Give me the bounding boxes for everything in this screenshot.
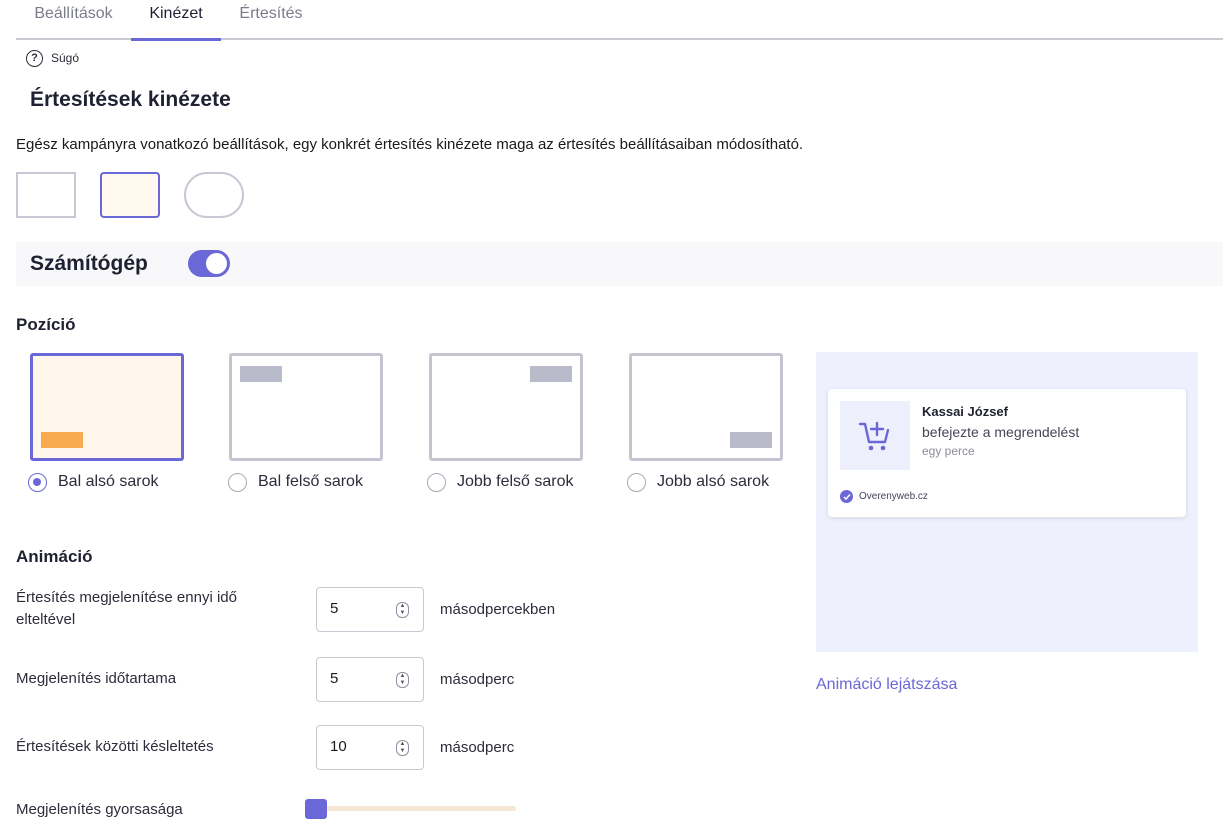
- radio-button[interactable]: [627, 472, 646, 492]
- radio-label: Jobb alsó sarok: [657, 473, 770, 490]
- radio-button[interactable]: [28, 472, 47, 492]
- interval-unit: másodperc: [440, 739, 515, 756]
- speed-label: Megjelenítés gyorsasága: [16, 801, 183, 818]
- radio-bottom-left[interactable]: Bal alsó sarok: [28, 472, 159, 492]
- position-marker: [530, 366, 572, 382]
- tab-appearance[interactable]: Kinézet: [131, 0, 221, 41]
- shape-pill-option[interactable]: [184, 172, 244, 218]
- position-title: Pozíció: [16, 315, 76, 334]
- verified-badge: Overenyweb.cz: [840, 490, 928, 503]
- duration-input[interactable]: 5 ▲ ▼: [316, 657, 424, 702]
- spinner-icon[interactable]: ▲ ▼: [396, 672, 409, 688]
- radio-button[interactable]: [228, 472, 247, 492]
- spinner-icon[interactable]: ▲ ▼: [396, 602, 409, 618]
- radio-label: Jobb felső sarok: [457, 473, 574, 490]
- desktop-toggle[interactable]: [188, 250, 230, 277]
- notification-name: Kassai József: [922, 404, 1008, 419]
- interval-input[interactable]: 10 ▲ ▼: [316, 725, 424, 770]
- notification-time: egy perce: [922, 444, 975, 458]
- speed-slider-track[interactable]: [316, 806, 516, 811]
- question-icon: ?: [26, 49, 43, 67]
- position-bottom-left-box[interactable]: [30, 353, 184, 461]
- section-description: Egész kampányra vonatkozó beállítások, e…: [16, 136, 804, 153]
- device-section-header: Számítógép: [16, 242, 1223, 286]
- position-marker: [730, 432, 772, 448]
- radio-top-right[interactable]: Jobb felső sarok: [427, 472, 574, 492]
- tab-settings[interactable]: Beállítások: [16, 0, 131, 40]
- shape-rounded-option[interactable]: [100, 172, 160, 218]
- spinner-icon[interactable]: ▲ ▼: [396, 740, 409, 756]
- radio-bottom-right[interactable]: Jobb alsó sarok: [627, 472, 769, 492]
- help-link[interactable]: ? Súgó: [26, 49, 79, 67]
- shape-square-option[interactable]: [16, 172, 76, 218]
- toggle-knob: [206, 253, 227, 274]
- delay-unit: másodpercekben: [440, 601, 556, 618]
- delay-input[interactable]: 5 ▲ ▼: [316, 587, 424, 632]
- animation-title: Animáció: [16, 547, 93, 566]
- help-label: Súgó: [51, 51, 80, 65]
- interval-value: 10: [330, 738, 347, 755]
- verified-source: Overenyweb.cz: [859, 491, 928, 502]
- play-animation-link[interactable]: Animáció lejátszása: [816, 676, 957, 694]
- radio-label: Bal alsó sarok: [58, 473, 159, 490]
- delay-value: 5: [330, 600, 339, 617]
- tab-bar: Beállítások Kinézet Értesítés: [16, 0, 1223, 41]
- duration-unit: másodperc: [440, 671, 515, 688]
- position-marker: [41, 432, 83, 448]
- position-marker: [240, 366, 282, 382]
- position-top-left-box[interactable]: [229, 353, 383, 461]
- duration-value: 5: [330, 670, 339, 687]
- tab-notification[interactable]: Értesítés: [221, 0, 321, 40]
- radio-label: Bal felső sarok: [258, 473, 363, 490]
- device-label: Számítógép: [30, 252, 148, 275]
- position-bottom-right-box[interactable]: [629, 353, 783, 461]
- notification-card: Kassai József befejezte a megrendelést e…: [828, 389, 1186, 517]
- check-icon: [840, 490, 853, 503]
- interval-label: Értesítések közötti késleltetés: [16, 738, 214, 755]
- notification-preview: Kassai József befejezte a megrendelést e…: [816, 352, 1198, 652]
- duration-label: Megjelenítés időtartama: [16, 670, 177, 687]
- radio-button[interactable]: [427, 472, 446, 492]
- page-title: Értesítések kinézete: [30, 88, 231, 111]
- notification-message: befejezte a megrendelést: [922, 424, 1080, 440]
- radio-top-left[interactable]: Bal felső sarok: [228, 472, 363, 492]
- cart-icon: [840, 401, 910, 470]
- position-top-right-box[interactable]: [429, 353, 583, 461]
- delay-label: Értesítés megjelenítése ennyi idő eltelt…: [16, 589, 237, 628]
- speed-slider-thumb[interactable]: [305, 799, 327, 819]
